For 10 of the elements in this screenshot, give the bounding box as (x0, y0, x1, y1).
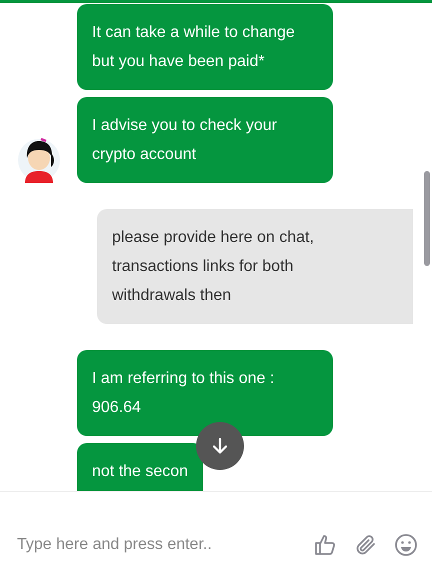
paperclip-icon[interactable] (354, 533, 378, 557)
scrollbar-thumb[interactable] (424, 171, 430, 266)
agent-message: I am referring to this one : 906.64 (77, 350, 333, 436)
agent-message: I advise you to check your crypto account (77, 97, 333, 183)
emoji-icon[interactable] (394, 533, 418, 557)
agent-message: not the secon (77, 443, 204, 491)
visitor-message: please provide here on chat, transactions links for both withdrawals then (97, 209, 413, 324)
thumbs-up-icon[interactable] (314, 533, 338, 557)
agent-message: It can take a while to change but you have been paid* (77, 4, 333, 90)
arrow-down-icon (211, 437, 229, 455)
